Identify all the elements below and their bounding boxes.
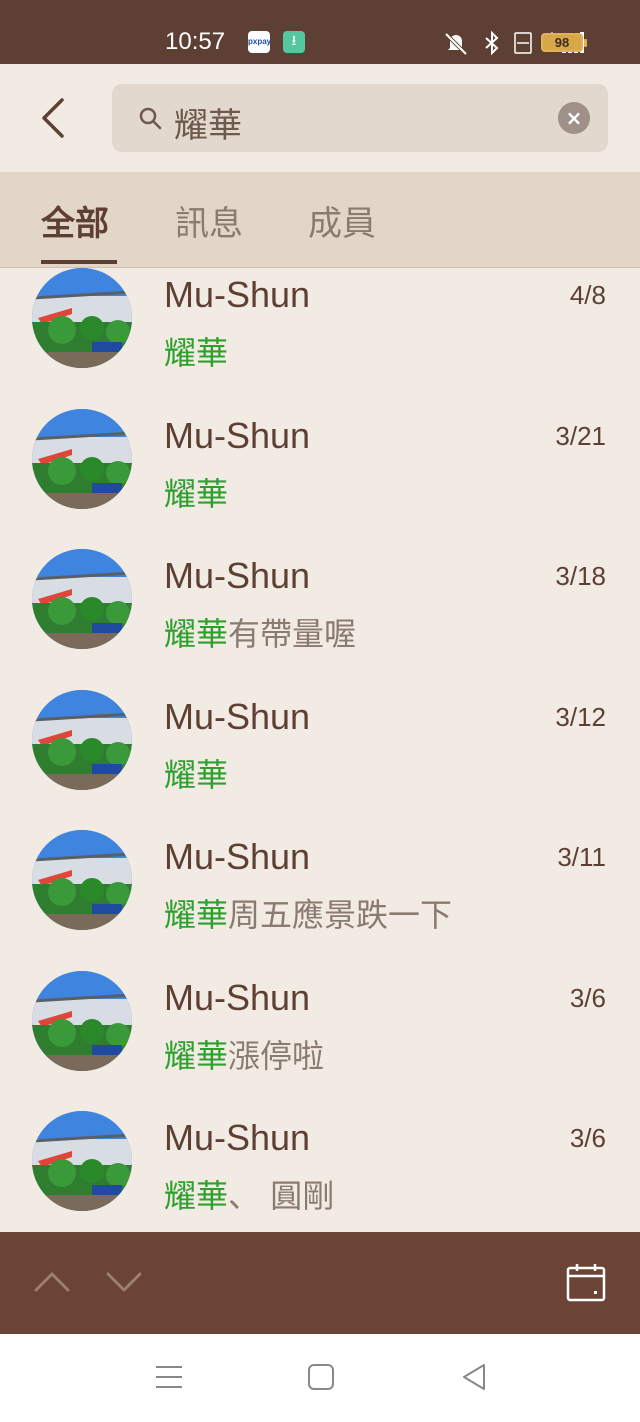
clear-search-button[interactable]: ×: [558, 102, 590, 134]
avatar: [32, 970, 132, 1071]
calendar-icon[interactable]: [566, 1262, 606, 1302]
search-input[interactable]: 耀華 ×: [112, 84, 608, 152]
sender-name: Mu-Shun: [164, 414, 311, 456]
recent-apps-icon[interactable]: [154, 1362, 184, 1392]
filter-tabs: 全部 訊息 成員: [0, 172, 640, 268]
back-nav-icon[interactable]: [460, 1362, 490, 1392]
snippet-text: 、 圓剛: [228, 1177, 335, 1215]
result-row[interactable]: Mu-Shun 3/6 耀華、 圓剛: [0, 1111, 640, 1232]
message-snippet: 耀華有帶量喔: [164, 609, 356, 655]
message-date: 3/6: [569, 982, 606, 1013]
result-row[interactable]: Mu-Shun 4/8 耀華: [0, 268, 640, 408]
highlighted-keyword: 耀華: [164, 896, 229, 934]
result-row[interactable]: Mu-Shun 3/18 耀華有帶量喔: [0, 549, 640, 689]
message-date: 3/21: [555, 420, 606, 451]
message-date: 3/18: [555, 561, 606, 591]
result-row[interactable]: Mu-Shun 3/21 耀華: [0, 408, 640, 549]
avatar: [32, 549, 132, 649]
status-bar: 10:57 pxpay ⭳ 98: [0, 0, 640, 64]
highlighted-keyword: 耀華: [164, 1177, 229, 1215]
result-row[interactable]: Mu-Shun 3/6 耀華漲停啦: [0, 970, 640, 1111]
search-query[interactable]: 耀華: [174, 98, 242, 147]
message-snippet: 耀華: [164, 469, 228, 515]
sender-name: Mu-Shun: [164, 555, 311, 596]
message-snippet: 耀華周五應景跌一下: [164, 890, 452, 936]
system-nav-bar: [0, 1334, 640, 1422]
volte-icon: [514, 32, 532, 54]
active-tab-indicator: [41, 260, 117, 264]
home-icon[interactable]: [306, 1362, 336, 1392]
highlighted-keyword: 耀華: [164, 334, 229, 372]
sender-name: Mu-Shun: [164, 274, 311, 315]
status-time: 10:57: [165, 28, 226, 55]
search-results-list: Mu-Shun 4/8 耀華 Mu-Shun 3/21 耀華 Mu-Shun 3/18 耀華…: [0, 268, 640, 1232]
snippet-text: 漲停啦: [228, 1036, 325, 1075]
tab-messages[interactable]: 訊息: [175, 196, 243, 245]
message-date: 3/6: [569, 1123, 606, 1153]
result-row[interactable]: Mu-Shun 3/11 耀華周五應景跌一下: [0, 830, 640, 970]
message-date: 4/8: [569, 280, 606, 310]
highlighted-keyword: 耀華: [164, 474, 229, 513]
message-date: 3/12: [555, 701, 606, 732]
previous-result-icon[interactable]: [32, 1262, 72, 1302]
download-icon: ⭳: [283, 31, 305, 53]
sender-name: Mu-Shun: [164, 695, 311, 737]
tab-members[interactable]: 成員: [308, 196, 376, 245]
highlighted-keyword: 耀華: [164, 755, 229, 794]
avatar: [32, 689, 132, 790]
mute-bell-icon: [444, 32, 468, 56]
avatar: [32, 268, 132, 368]
pxpay-app-icon: pxpay: [248, 31, 271, 53]
result-row[interactable]: Mu-Shun 3/12 耀華: [0, 689, 640, 830]
message-snippet: 耀華漲停啦: [164, 1031, 324, 1077]
sender-name: Mu-Shun: [164, 976, 311, 1018]
bottom-toolbar: [0, 1232, 640, 1334]
search-icon: [139, 107, 162, 130]
back-arrow-icon[interactable]: [30, 94, 78, 142]
snippet-text: 周五應景跌一下: [228, 896, 453, 934]
tab-all[interactable]: 全部: [41, 196, 109, 245]
snippet-text: 有帶量喔: [228, 615, 357, 653]
highlighted-keyword: 耀華: [164, 1036, 229, 1075]
message-snippet: 耀華、 圓剛: [164, 1171, 334, 1217]
search-header: 耀華 ×: [0, 64, 640, 172]
avatar: [32, 830, 132, 930]
highlighted-keyword: 耀華: [164, 615, 229, 653]
sender-name: Mu-Shun: [164, 836, 311, 877]
next-result-icon[interactable]: [104, 1262, 144, 1302]
sender-name: Mu-Shun: [164, 1117, 311, 1158]
bluetooth-icon: [485, 31, 499, 55]
battery-indicator: 98: [541, 33, 587, 52]
avatar: [32, 408, 132, 509]
message-snippet: 耀華: [164, 750, 228, 796]
avatar: [32, 1111, 132, 1211]
message-snippet: 耀華: [164, 328, 228, 374]
message-date: 3/11: [557, 842, 606, 872]
